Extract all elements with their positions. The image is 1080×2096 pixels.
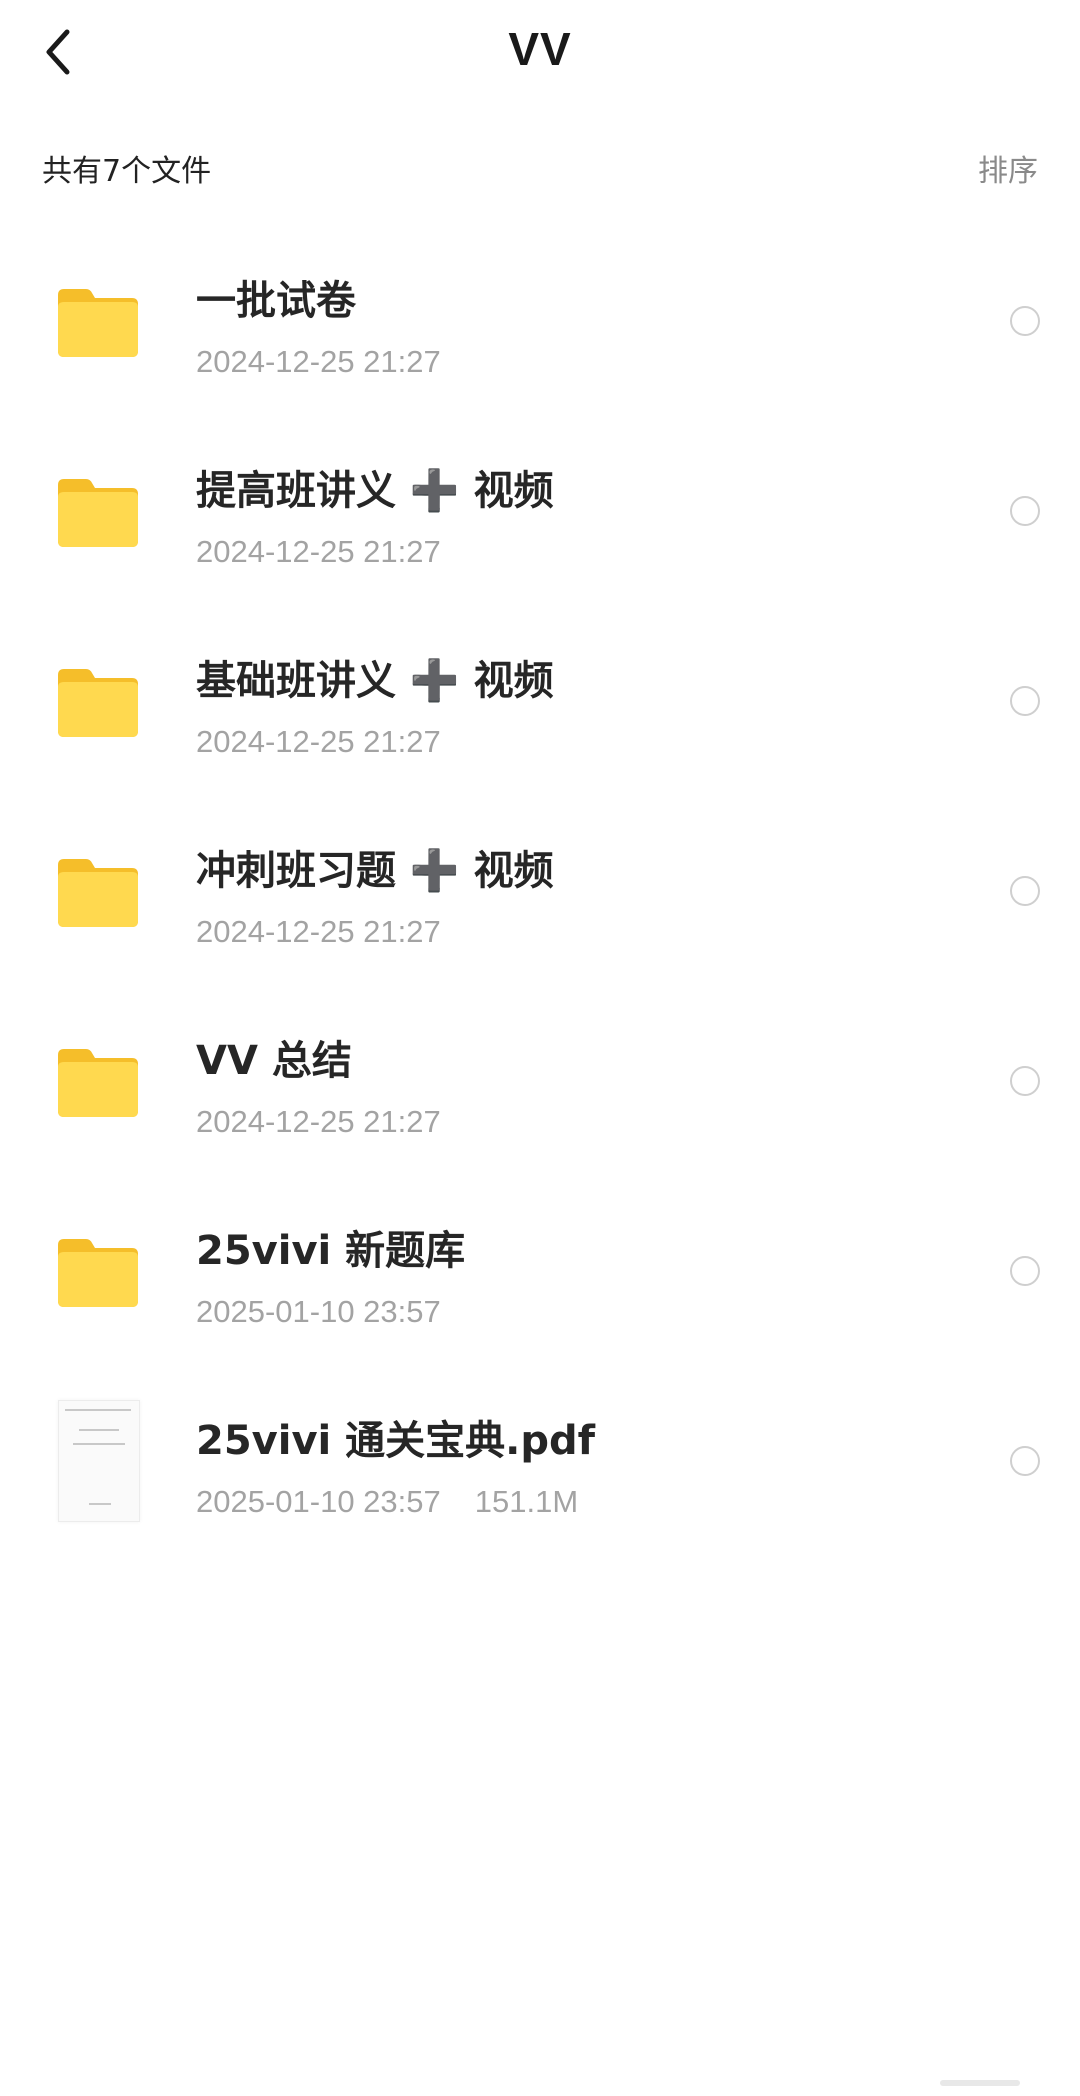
file-name: 提高班讲义 ➕ 视频 — [196, 468, 554, 514]
select-radio[interactable] — [1010, 876, 1040, 906]
list-toolbar: 共有7个文件 排序 — [0, 146, 1080, 196]
folder-icon — [58, 289, 138, 357]
folder-icon — [58, 1239, 138, 1307]
select-radio[interactable] — [1010, 686, 1040, 716]
file-size: 151.1M — [474, 1484, 579, 1519]
file-row[interactable]: VV 总结 2024-12-25 21:27 — [0, 1000, 1080, 1190]
file-row[interactable]: 25vivi 新题库 2025-01-10 23:57 — [0, 1190, 1080, 1380]
file-meta: 2025-01-10 23:57 151.1M — [196, 1484, 578, 1520]
select-radio[interactable] — [1010, 1066, 1040, 1096]
folder-icon — [58, 669, 138, 737]
file-list: 一批试卷 2024-12-25 21:27 提高班讲义 ➕ 视频 2024-12… — [0, 240, 1080, 1570]
file-date: 2024-12-25 21:27 — [196, 724, 441, 759]
file-name: 一批试卷 — [196, 278, 356, 324]
file-row[interactable]: 冲刺班习题 ➕ 视频 2024-12-25 21:27 — [0, 810, 1080, 1000]
file-date: 2025-01-10 23:57 — [196, 1294, 441, 1329]
file-row[interactable]: 25vivi 通关宝典.pdf 2025-01-10 23:57 151.1M — [0, 1380, 1080, 1570]
file-date: 2024-12-25 21:27 — [196, 914, 441, 949]
select-radio[interactable] — [1010, 1256, 1040, 1286]
select-radio[interactable] — [1010, 1446, 1040, 1476]
folder-icon — [58, 859, 138, 927]
folder-icon — [58, 479, 138, 547]
select-radio[interactable] — [1010, 496, 1040, 526]
select-radio[interactable] — [1010, 306, 1040, 336]
file-date: 2024-12-25 21:27 — [196, 534, 441, 569]
file-name: 基础班讲义 ➕ 视频 — [196, 658, 554, 704]
file-name: VV 总结 — [196, 1038, 352, 1084]
folder-icon — [58, 1049, 138, 1117]
file-date: 2024-12-25 21:27 — [196, 1104, 441, 1139]
file-count-label: 共有7个文件 — [42, 154, 212, 189]
file-name: 25vivi 通关宝典.pdf — [196, 1418, 596, 1464]
file-name: 25vivi 新题库 — [196, 1228, 466, 1274]
home-indicator — [940, 2080, 1020, 2086]
file-date: 2025-01-10 23:57 — [196, 1484, 441, 1519]
file-row[interactable]: 基础班讲义 ➕ 视频 2024-12-25 21:27 — [0, 620, 1080, 810]
page-title: VV — [508, 23, 572, 75]
file-name: 冲刺班习题 ➕ 视频 — [196, 848, 554, 894]
app-header: VV — [0, 0, 1080, 110]
file-date: 2024-12-25 21:27 — [196, 344, 441, 379]
file-row[interactable]: 提高班讲义 ➕ 视频 2024-12-25 21:27 — [0, 430, 1080, 620]
sort-button[interactable]: 排序 — [978, 146, 1038, 190]
pdf-thumbnail — [58, 1400, 140, 1522]
file-row[interactable]: 一批试卷 2024-12-25 21:27 — [0, 240, 1080, 430]
